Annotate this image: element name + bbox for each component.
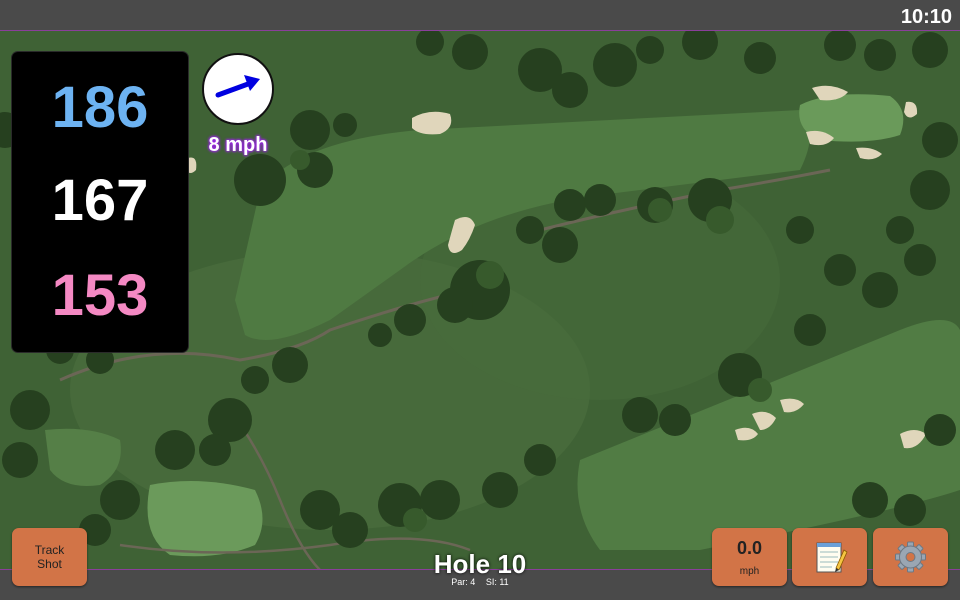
- hole-par: Par: 4: [451, 577, 476, 587]
- track-shot-button[interactable]: Track Shot: [12, 528, 87, 586]
- gear-icon: [895, 541, 926, 573]
- speed-value: 0.0: [736, 538, 763, 558]
- wind-speed: 8 mph: [208, 134, 268, 156]
- notepad-icon: [816, 542, 848, 573]
- scorecard-notes-button[interactable]: [792, 528, 867, 586]
- hole-info: Par: 4 SI: 11: [380, 577, 580, 587]
- course-map[interactable]: 186 167 153 8 mph: [0, 30, 960, 570]
- swing-speed-button[interactable]: 0.0 mph: [712, 528, 787, 586]
- distance-panel: 186 167 153: [12, 52, 188, 352]
- wind-indicator: [202, 53, 274, 125]
- clock: 10:10: [900, 6, 952, 28]
- middle-distance: 167: [51, 168, 149, 233]
- front-distance: 153: [51, 263, 149, 328]
- wind-arrow-icon: [215, 75, 260, 98]
- hole-stroke-index: SI: 11: [485, 577, 509, 587]
- hole-title: Hole 10: [433, 549, 527, 579]
- settings-button[interactable]: [873, 528, 948, 586]
- speed-unit: mph: [739, 566, 760, 577]
- track-shot-label: Track Shot: [34, 543, 65, 571]
- status-bar: 10:10: [0, 0, 960, 30]
- back-distance: 186: [51, 75, 149, 140]
